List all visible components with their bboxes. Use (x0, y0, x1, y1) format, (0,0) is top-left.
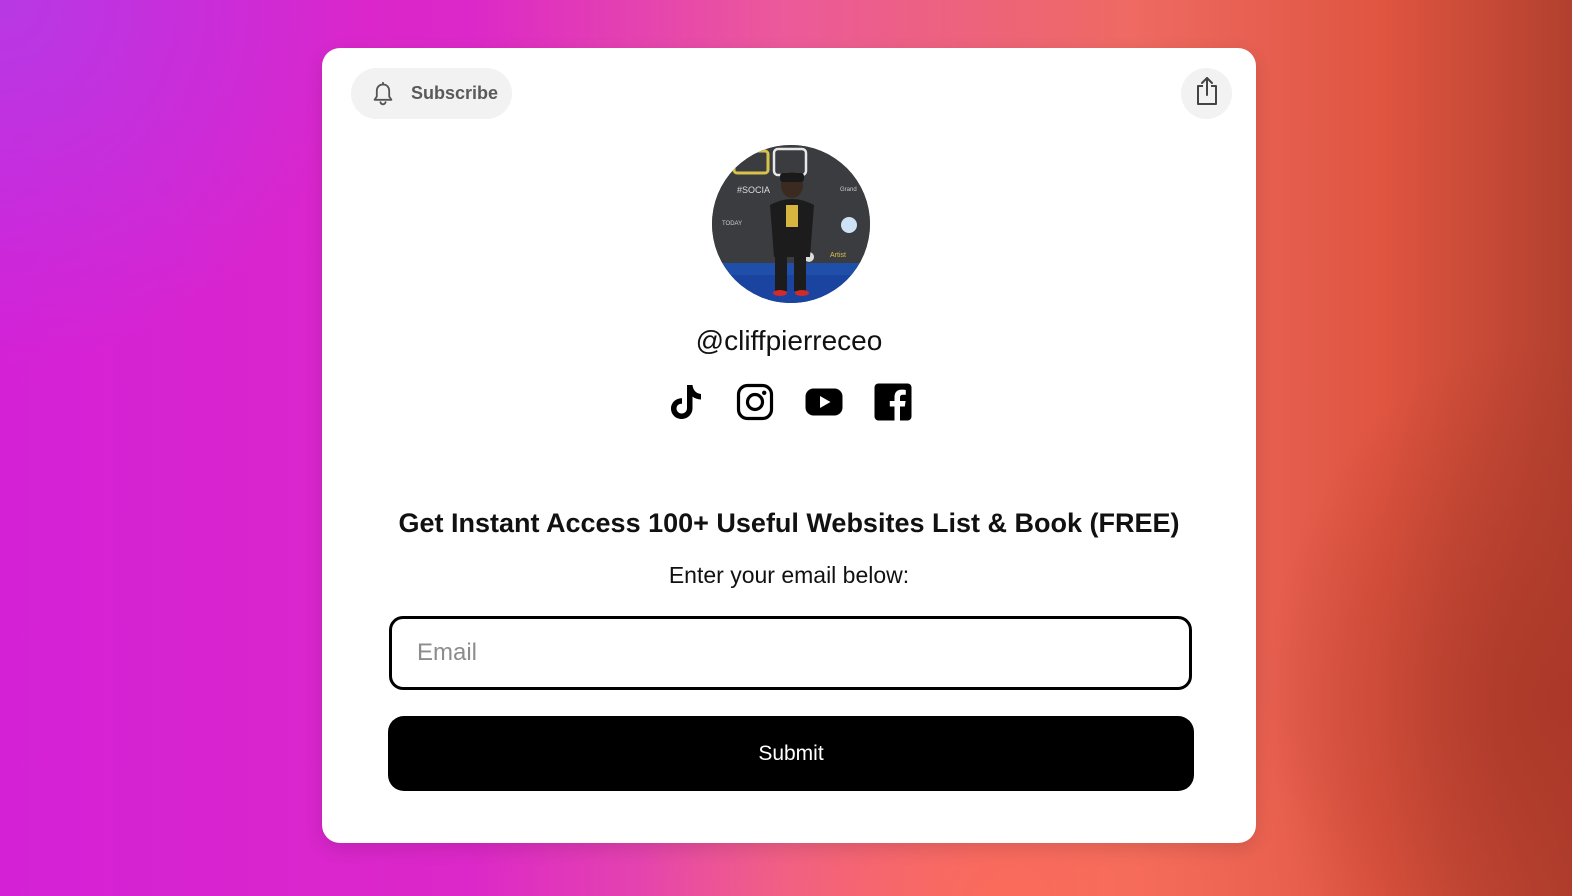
svg-text:Grand: Grand (840, 187, 857, 193)
bell-icon (372, 81, 394, 106)
svg-text:#SOCIA: #SOCIA (737, 185, 770, 195)
form-headline: Get Instant Access 100+ Useful Websites … (398, 508, 1180, 538)
svg-text:TODAY: TODAY (722, 221, 742, 227)
share-icon (1195, 76, 1219, 111)
profile-card: Subscribe #SOCIA Artist Grand TODAY @cli… (322, 48, 1256, 843)
subscribe-button[interactable]: Subscribe (351, 68, 512, 119)
svg-text:Artist: Artist (830, 252, 846, 259)
facebook-link[interactable] (874, 383, 912, 426)
share-button[interactable] (1181, 68, 1232, 119)
profile-handle: @cliffpierreceo (695, 325, 883, 356)
instagram-link[interactable] (736, 383, 774, 426)
submit-button[interactable]: Submit (388, 716, 1194, 791)
email-field[interactable] (389, 616, 1192, 690)
youtube-icon (805, 388, 843, 421)
social-links (322, 383, 1256, 426)
avatar: #SOCIA Artist Grand TODAY (712, 145, 870, 303)
subscribe-label: Subscribe (411, 83, 499, 103)
instagram-icon (736, 383, 774, 426)
youtube-link[interactable] (805, 385, 843, 423)
form-instruction: Enter your email below: (668, 562, 910, 588)
tiktok-icon (668, 383, 704, 426)
facebook-icon (874, 383, 912, 426)
tiktok-link[interactable] (667, 383, 705, 426)
